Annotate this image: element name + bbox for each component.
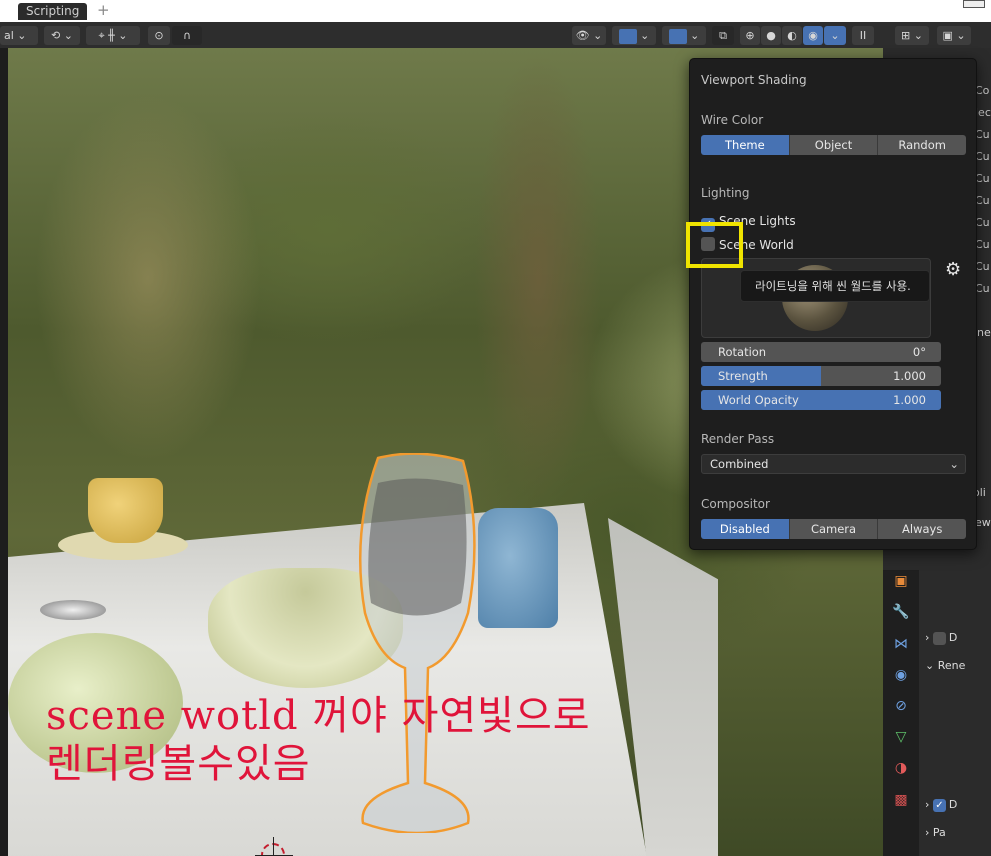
popover-title: Viewport Shading — [701, 73, 807, 87]
proportional-edit-toggle[interactable]: ⊙ — [148, 26, 170, 45]
add-workspace-button[interactable]: + — [97, 1, 110, 19]
shading-wireframe-button[interactable]: ⊕ — [740, 26, 760, 45]
overlays-toggle[interactable]: ⌄ — [662, 26, 706, 45]
row-label: D — [948, 631, 958, 644]
scene-spoon — [40, 600, 106, 620]
slider-value: 1.000 — [893, 393, 926, 407]
physics-icon[interactable]: ◉ — [890, 664, 912, 686]
properties-header: ⊞ ⌄ ▣ ⌄ — [883, 22, 991, 48]
compositor-label: Compositor — [701, 497, 770, 511]
render-pause-button[interactable]: II — [852, 26, 874, 45]
strength-slider[interactable]: Strength 1.000 — [701, 366, 941, 386]
editor-type-dropdown[interactable]: ⊞ ⌄ — [895, 26, 929, 45]
panel-label: Rene — [937, 659, 966, 672]
properties-side-text: ew — [975, 516, 991, 529]
slider-value: 1.000 — [893, 369, 926, 383]
outliner-list: Co lec Cu Cu Cu Cu Cu Cu Cu Cu — [975, 80, 991, 300]
slider-label: Rotation — [718, 345, 767, 359]
outliner-row[interactable]: lec — [975, 102, 991, 124]
texture-icon[interactable]: ▩ — [890, 789, 912, 811]
outliner-row[interactable]: Cu — [975, 146, 991, 168]
pivot-point-dropdown[interactable]: ⟲ ⌄ — [44, 26, 80, 45]
row-label: Pa — [932, 826, 946, 839]
snap-toggle[interactable]: ⌖ ╫ ⌄ — [86, 26, 140, 45]
render-pass-dropdown[interactable]: Combined ⌄ — [701, 454, 966, 474]
outliner-row[interactable]: Cu — [975, 168, 991, 190]
viewport-shading-popover: Viewport Shading Wire Color Theme Object… — [689, 58, 977, 550]
compositor-always-button[interactable]: Always — [878, 519, 966, 539]
row-label: D — [948, 798, 958, 811]
shading-solid-button[interactable]: ● — [761, 26, 781, 45]
properties-panel-header[interactable]: ⌄ Rene — [925, 655, 965, 677]
outliner-row[interactable]: Cu — [975, 256, 991, 278]
object-properties-icon[interactable]: ▣ — [890, 570, 912, 592]
window-corner-icon — [963, 0, 985, 8]
annotation-highlight-box — [686, 222, 743, 268]
workspace-tab-scripting[interactable]: Scripting — [18, 3, 88, 20]
display-mode-dropdown[interactable]: ▣ ⌄ — [937, 26, 971, 45]
wire-color-theme-button[interactable]: Theme — [701, 135, 790, 155]
render-pass-label: Render Pass — [701, 432, 775, 446]
visibility-dropdown[interactable]: 👁 ⌄ — [572, 26, 606, 45]
workspace-tab-bar: Scripting + — [0, 0, 991, 22]
wire-color-object-button[interactable]: Object — [789, 135, 879, 155]
properties-row[interactable]: › ✓ D — [925, 794, 957, 816]
compositor-camera-button[interactable]: Camera — [789, 519, 879, 539]
outliner-row[interactable]: Cu — [975, 234, 991, 256]
outliner-row[interactable]: Cu — [975, 212, 991, 234]
compositor-disabled-button[interactable]: Disabled — [701, 519, 790, 539]
wire-color-label: Wire Color — [701, 113, 764, 127]
falloff-dropdown[interactable]: ∩ — [172, 26, 202, 45]
transform-orientation-label: al — [4, 29, 14, 42]
viewport-header: al ⌄ ⟲ ⌄ ⌖ ╫ ⌄ ⊙ ∩ 👁 ⌄ ⌄ ⌄ ⧉ ⊕ ● ◐ ◉ ⌄ I… — [0, 22, 883, 48]
outliner-row[interactable]: Co — [975, 80, 991, 102]
gear-icon[interactable]: ⚙ — [945, 259, 961, 280]
properties-row[interactable]: › D — [925, 627, 957, 649]
shading-rendered-button[interactable]: ◉ — [803, 26, 823, 45]
scene-world-tooltip: 라이트닝을 위해 씬 월드를 사용. — [740, 270, 930, 302]
annotation-line-1: scene wotld 꺼야 자연빛으로 — [46, 693, 591, 739]
checkbox[interactable] — [932, 631, 946, 645]
checkbox-checked[interactable]: ✓ — [932, 798, 946, 812]
selected-wine-glass[interactable] — [353, 453, 483, 833]
wire-color-random-button[interactable]: Random — [878, 135, 966, 155]
gizmo-toggle[interactable]: ⌄ — [612, 26, 656, 45]
chevron-down-icon: ⌄ — [949, 457, 959, 471]
annotation-line-2: 렌더링볼수있음 — [46, 741, 311, 787]
compositor-selector: Disabled Camera Always — [701, 519, 966, 539]
slider-label: World Opacity — [718, 393, 799, 407]
lighting-label: Lighting — [701, 186, 750, 200]
scene-blue-mug — [478, 508, 558, 628]
modifier-wrench-icon[interactable]: 🔧 — [890, 601, 912, 623]
slider-value: 0° — [912, 345, 926, 359]
shading-popover-toggle[interactable]: ⌄ — [824, 26, 846, 45]
properties-side-text: ne — [977, 326, 991, 339]
render-pass-value: Combined — [710, 457, 769, 471]
transform-orientation-dropdown[interactable]: al ⌄ — [0, 26, 38, 45]
world-opacity-slider[interactable]: World Opacity 1.000 — [701, 390, 941, 410]
xray-toggle[interactable]: ⧉ — [712, 26, 734, 45]
material-icon[interactable]: ◑ — [890, 757, 912, 779]
rotation-slider[interactable]: Rotation 0° — [701, 342, 941, 362]
scene-yellow-cup — [88, 478, 163, 543]
outliner-row[interactable]: Cu — [975, 124, 991, 146]
outliner-row[interactable]: Cu — [975, 278, 991, 300]
constraints-icon[interactable]: ⊘ — [890, 695, 912, 717]
properties-tab-bar: ▣ 🔧 ⋈ ◉ ⊘ ▽ ◑ ▩ — [883, 570, 919, 856]
object-data-icon[interactable]: ▽ — [890, 726, 912, 748]
particles-icon[interactable]: ⋈ — [890, 633, 912, 655]
slider-label: Strength — [718, 369, 768, 383]
shading-material-button[interactable]: ◐ — [782, 26, 802, 45]
outliner-row[interactable]: Cu — [975, 190, 991, 212]
properties-row[interactable]: › Pa — [925, 822, 946, 844]
wire-color-selector: Theme Object Random — [701, 135, 966, 155]
